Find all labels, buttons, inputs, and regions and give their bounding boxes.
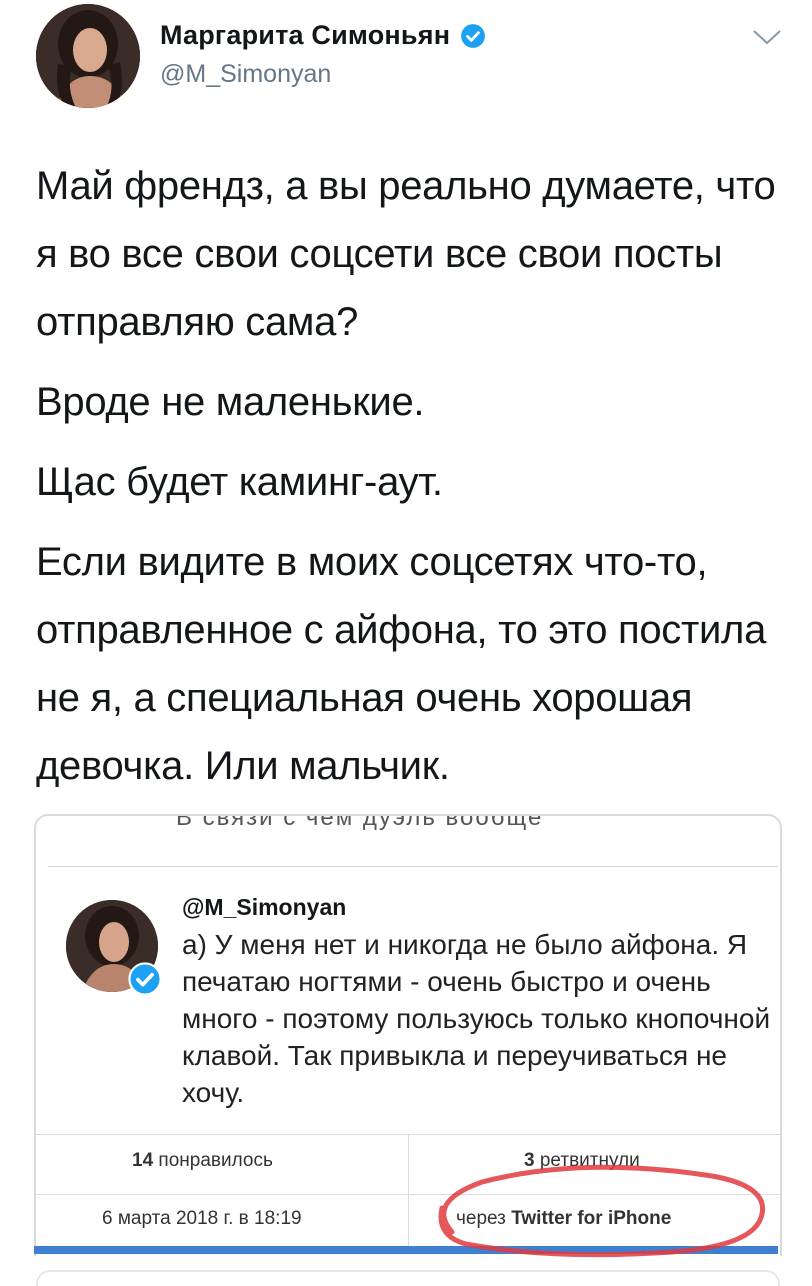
via-prefix: через	[456, 1208, 506, 1229]
profile-photo-icon	[36, 4, 140, 108]
author-name[interactable]: Маргарита Симоньян	[160, 20, 450, 51]
tweet-text: Май френдз, а вы реально думаете, что я …	[36, 152, 796, 812]
verified-badge-icon	[461, 23, 486, 48]
via-source: Twitter for iPhone	[511, 1208, 672, 1229]
verified-badge-icon	[128, 962, 162, 996]
tweet-header: Маргарита Симоньян @M_Simonyan	[0, 0, 812, 120]
divider	[36, 1194, 780, 1195]
tweet-paragraph: Май френдз, а вы реально думаете, что я …	[36, 164, 776, 344]
retweets-label: ретвитнули	[539, 1150, 640, 1171]
cut-off-text: В связи с чем дуэль вообще	[176, 814, 544, 831]
tweet-date: 6 марта 2018 г. в 18:19	[102, 1208, 302, 1229]
embedded-screenshot[interactable]: В связи с чем дуэль вообще @M_Simonyan а…	[34, 814, 782, 1256]
retweets-stat: 3 ретвитнули	[524, 1150, 640, 1172]
next-card-edge	[36, 1270, 780, 1286]
tweet-source: через Twitter for iPhone	[456, 1208, 671, 1230]
tweet-paragraph: Вроде не маленькие.	[36, 380, 425, 424]
chevron-down-icon[interactable]	[752, 28, 782, 46]
likes-stat: 14 понравилось	[132, 1150, 273, 1172]
quoted-handle: @M_Simonyan	[182, 894, 347, 920]
blue-bar	[34, 1246, 778, 1254]
quoted-text: а) У меня нет и никогда не было айфона. …	[182, 929, 771, 1108]
tweet-paragraph: Если видите в моих соцсетях что-то, отпр…	[36, 540, 767, 788]
author-avatar[interactable]	[36, 4, 140, 108]
tweet-paragraph: Щас будет каминг-аут.	[36, 460, 443, 504]
likes-count: 14	[132, 1150, 154, 1171]
retweets-count: 3	[524, 1150, 535, 1171]
divider	[48, 866, 778, 867]
author-handle[interactable]: @M_Simonyan	[160, 60, 331, 89]
likes-label: понравилось	[158, 1150, 273, 1171]
